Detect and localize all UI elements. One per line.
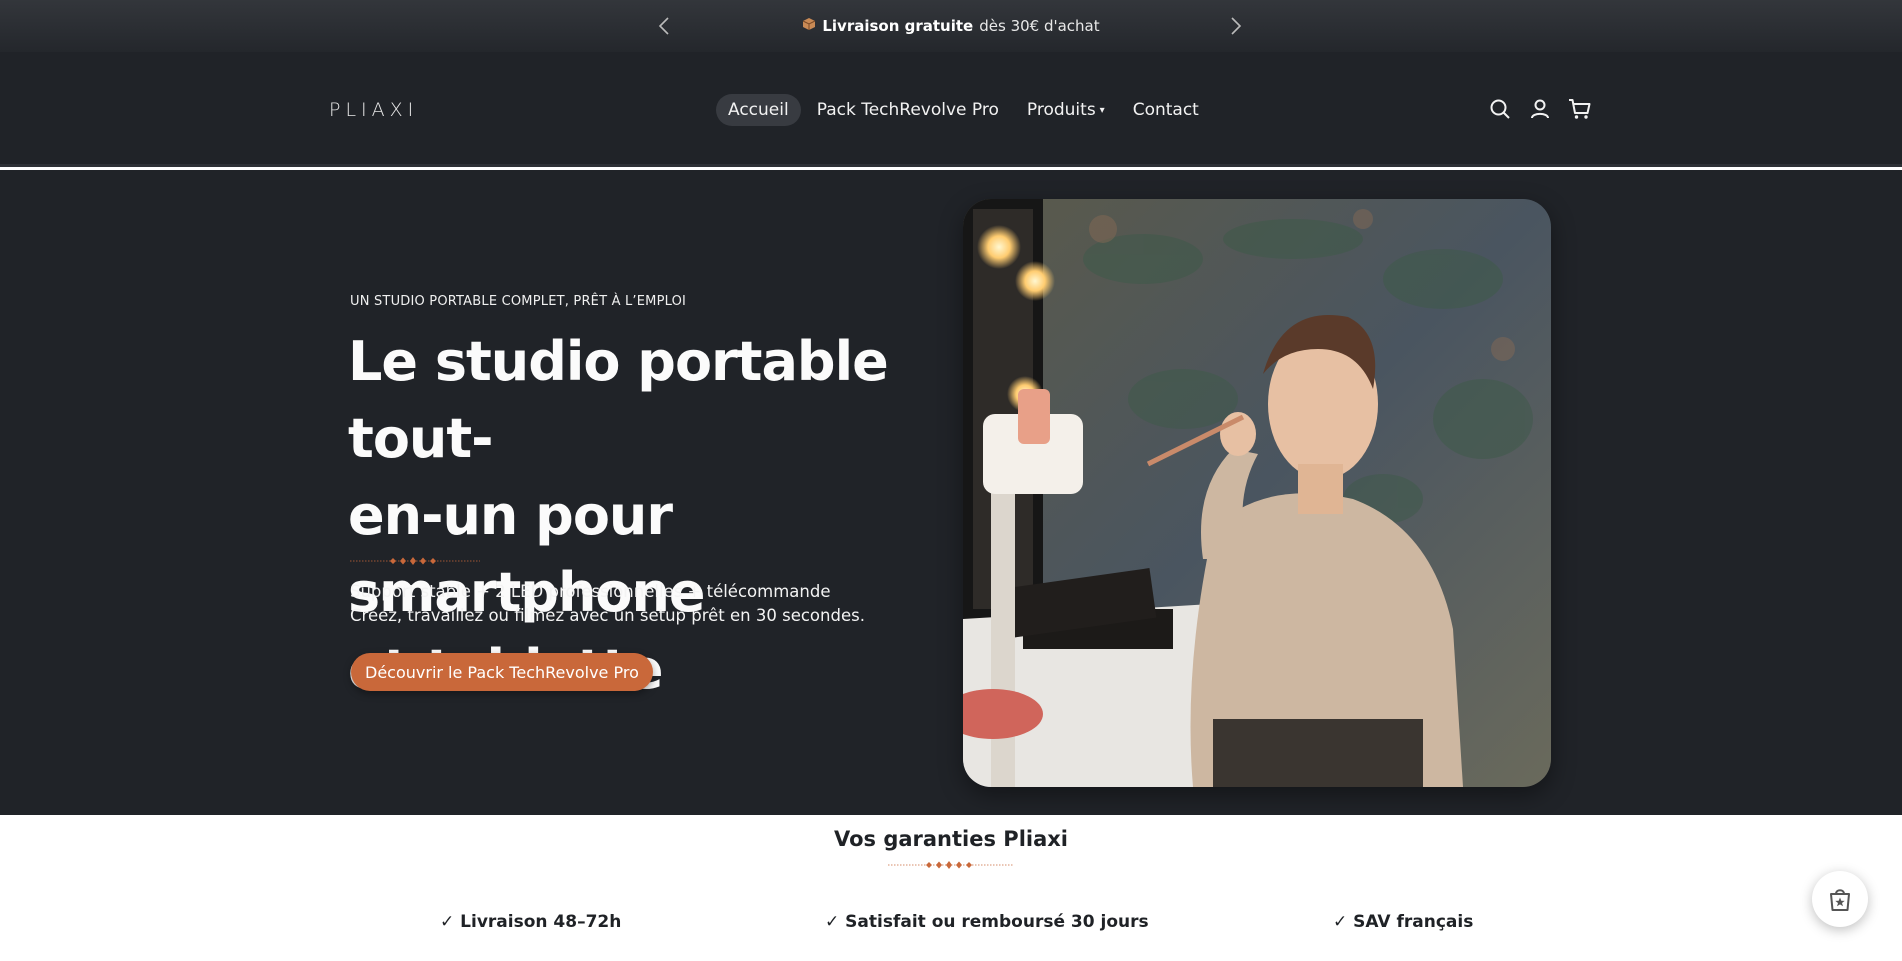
nav-item-accueil[interactable]: Accueil [716, 94, 801, 126]
announcement-prev-arrow-icon[interactable] [652, 14, 676, 38]
announcement-text: dès 30€ d'achat [979, 17, 1100, 35]
ornament-divider-icon [350, 557, 480, 565]
guarantee-item: ✓ Livraison 48–72h [440, 912, 622, 932]
guarantees-title: Vos garanties Pliaxi [833, 827, 1068, 851]
cart-icon[interactable] [1568, 97, 1592, 121]
search-icon[interactable] [1488, 97, 1512, 121]
hero-section: UN STUDIO PORTABLE COMPLET, PRÊT À L’EMP… [0, 170, 1902, 815]
site-header: PLIAXI Accueil Pack TechRevolve Pro Prod… [0, 52, 1902, 167]
header-icons [1488, 97, 1592, 121]
hero-subtitle: Support stable + 2 LED professionnelles … [350, 580, 865, 628]
package-icon [802, 17, 816, 35]
hero-headline: Le studio portable tout- en-un pour smar… [348, 323, 928, 708]
nav-item-label: Accueil [728, 100, 789, 120]
announcement-next-arrow-icon[interactable] [1224, 14, 1248, 38]
announcement-message: Livraison gratuite dès 30€ d'achat [802, 17, 1100, 35]
hero-eyebrow: UN STUDIO PORTABLE COMPLET, PRÊT À L’EMP… [350, 294, 687, 309]
main-nav: Accueil Pack TechRevolve Pro Produits ▾ … [716, 94, 1211, 126]
nav-item-label: Pack TechRevolve Pro [816, 100, 999, 120]
nav-item-contact[interactable]: Contact [1121, 94, 1211, 126]
logo[interactable]: PLIAXI [329, 99, 418, 121]
guarantee-item: ✓ Satisfait ou remboursé 30 jours [825, 912, 1149, 932]
announcement-bold-text: Livraison gratuite [822, 17, 974, 35]
hero-headline-line: Le studio portable tout- [348, 330, 889, 470]
nav-item-label: Contact [1132, 100, 1199, 120]
hero-image [963, 199, 1551, 787]
account-icon[interactable] [1528, 97, 1552, 121]
hero-subtitle-line: Support stable + 2 LED professionnelles … [350, 582, 831, 601]
ornament-divider-icon [888, 861, 1014, 869]
announcement-bar: Livraison gratuite dès 30€ d'achat [0, 0, 1902, 52]
guarantees-section: Vos garanties Pliaxi ✓ Livraison 48–72h … [0, 815, 1902, 961]
cta-button[interactable]: Découvrir le Pack TechRevolve Pro [351, 653, 653, 691]
nav-item-pack[interactable]: Pack TechRevolve Pro [805, 94, 1011, 126]
shopping-bag-star-icon [1830, 889, 1850, 911]
nav-item-label: Produits [1026, 100, 1096, 120]
nav-item-produits[interactable]: Produits ▾ [1015, 94, 1117, 126]
guarantee-item: ✓ SAV français [1333, 912, 1474, 932]
reviews-badge-button[interactable] [1812, 871, 1868, 927]
hero-subtitle-line: Créez, travaillez ou filmez avec un setu… [350, 606, 865, 625]
caret-down-icon: ▾ [1099, 104, 1105, 116]
